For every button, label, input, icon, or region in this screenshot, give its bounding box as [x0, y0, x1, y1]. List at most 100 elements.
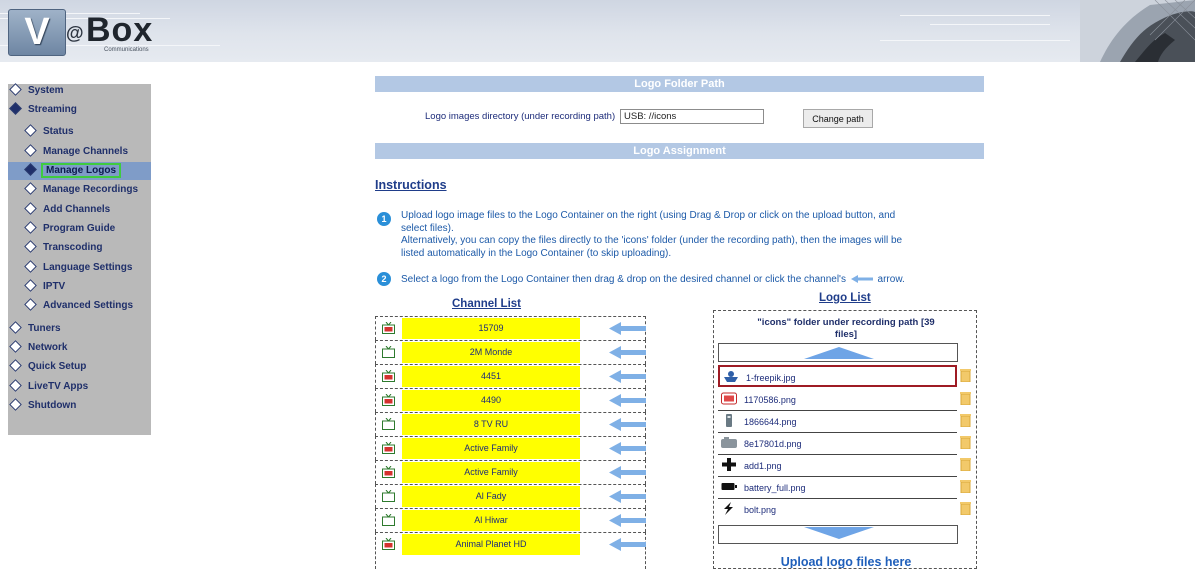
assign-arrow-icon[interactable] [609, 322, 646, 335]
channel-name: Active Family [402, 438, 580, 459]
channel-row[interactable]: Al Fady [375, 484, 646, 508]
logo-list-item[interactable]: 1170586.png [718, 389, 957, 411]
assign-arrow-icon[interactable] [609, 346, 646, 359]
assign-arrow-icon[interactable] [609, 514, 646, 527]
diamond-icon [9, 339, 22, 353]
channel-row[interactable]: 15709 [375, 316, 646, 340]
sidebar-item-label: Manage Recordings [43, 184, 139, 195]
header-banner: V @ Box Communications [0, 0, 1195, 62]
assign-arrow-icon[interactable] [609, 442, 646, 455]
sidebar-item-manage-channels[interactable]: Manage Channels [8, 143, 151, 161]
battery-logo-icon [721, 483, 737, 490]
brand-logo: V @ Box Communications [8, 9, 153, 56]
logo-folder-title: "icons" folder under recording path [39 … [714, 317, 976, 341]
sidebar-item-status[interactable]: Status [8, 123, 151, 141]
sidebar-item-label: Status [43, 126, 74, 137]
sidebar-item-add-channels[interactable]: Add Channels [8, 201, 151, 219]
logo-directory-label: Logo images directory (under recording p… [425, 111, 616, 122]
assign-arrow-icon[interactable] [609, 418, 646, 431]
sidebar-item-label: Quick Setup [28, 361, 87, 372]
delete-icon[interactable] [960, 501, 971, 515]
logo-list-item[interactable]: 8e17801d.png [718, 433, 957, 455]
delete-icon[interactable] [960, 457, 971, 471]
assign-arrow-icon[interactable] [609, 466, 646, 479]
upload-logo-button[interactable]: Upload logo files here [714, 555, 976, 568]
sidebar-item-label: Shutdown [28, 400, 77, 411]
sidebar-item-advanced-settings[interactable]: Advanced Settings [8, 297, 151, 315]
step-1-line-1: Upload logo image files to the Logo Cont… [401, 210, 896, 221]
change-path-button[interactable]: Change path [803, 109, 873, 128]
tv-green-icon [382, 514, 395, 526]
step-2-text-b: arrow. [877, 274, 905, 285]
sidebar-item-label: Streaming [28, 104, 77, 115]
delete-icon[interactable] [960, 413, 971, 427]
assign-arrow-icon[interactable] [609, 394, 646, 407]
sidebar-item-streaming[interactable]: Streaming [8, 101, 154, 119]
diamond-icon [24, 123, 37, 137]
sidebar-item-shutdown[interactable]: Shutdown [8, 397, 154, 415]
diamond-icon [24, 181, 37, 195]
step-1-line-4: listed automatically in the Logo Contain… [401, 247, 672, 259]
channel-row[interactable]: 8 TV RU [375, 412, 646, 436]
sidebar-item-quick-setup[interactable]: Quick Setup [8, 358, 154, 376]
sidebar-item-livetv-apps[interactable]: LiveTV Apps [8, 378, 154, 396]
bolt-logo-icon [724, 502, 733, 515]
sidebar-item-label: Language Settings [43, 262, 133, 273]
logo-directory-input[interactable] [620, 109, 764, 124]
diamond-filled-icon [24, 162, 37, 176]
channel-row[interactable]: Active Family [375, 436, 646, 460]
channel-name: 4451 [402, 366, 580, 387]
delete-icon[interactable] [960, 368, 971, 382]
tv-red-icon [382, 466, 395, 478]
tv-red-icon [382, 370, 395, 382]
logo-list-item[interactable]: add1.png [718, 455, 957, 477]
diamond-icon [24, 297, 37, 311]
header-decor-image [1080, 0, 1195, 62]
logo-file-name: 1170586.png [744, 395, 796, 405]
diamond-filled-icon [9, 101, 22, 115]
diamond-icon [24, 201, 37, 215]
sidebar-nav: System Streaming Status Manage Channels … [8, 82, 154, 435]
logo-list-item[interactable]: 1866644.png [718, 411, 957, 433]
sidebar-item-transcoding[interactable]: Transcoding [8, 239, 151, 257]
delete-icon[interactable] [960, 479, 971, 493]
logo-list-item[interactable]: 1-freepik.jpg [718, 365, 957, 387]
sidebar-item-iptv[interactable]: IPTV [8, 278, 151, 296]
sidebar-item-manage-recordings[interactable]: Manage Recordings [8, 181, 151, 199]
channel-list: 15709 2M Monde 4451 4490 8 TV RU Active … [375, 316, 646, 569]
brand-logo-at: @ [66, 23, 84, 43]
sidebar-item-tuners[interactable]: Tuners [8, 320, 154, 338]
assign-arrow-icon[interactable] [609, 370, 646, 383]
step-2-text-a: Select a logo from the Logo Container th… [401, 274, 846, 285]
channel-row[interactable]: 4451 [375, 364, 646, 388]
delete-icon[interactable] [960, 391, 971, 405]
sidebar-item-label: System [28, 85, 64, 96]
scroll-up-button[interactable] [718, 343, 958, 362]
assign-arrow-icon[interactable] [609, 490, 646, 503]
channel-row[interactable]: Animal Planet HD [375, 532, 646, 569]
brand-logo-v: V [8, 9, 66, 56]
channel-row[interactable]: 2M Monde [375, 340, 646, 364]
sidebar-item-network[interactable]: Network [8, 339, 154, 357]
sidebar-item-program-guide[interactable]: Program Guide [8, 220, 151, 238]
delete-icon[interactable] [960, 435, 971, 449]
tv-red-icon [382, 322, 395, 334]
scroll-down-button[interactable] [718, 525, 958, 544]
logo-file-name: 1866644.png [744, 417, 797, 427]
channel-row[interactable]: Active Family [375, 460, 646, 484]
camera-logo-icon [721, 437, 737, 448]
sidebar-item-language-settings[interactable]: Language Settings [8, 259, 151, 277]
channel-row[interactable]: Al Hiwar [375, 508, 646, 532]
sidebar-item-system[interactable]: System [8, 82, 154, 100]
logo-assignment-header: Logo Assignment [375, 143, 984, 159]
logo-list-item[interactable]: battery_full.png [718, 477, 957, 499]
logo-list-item[interactable]: bolt.png [718, 499, 957, 521]
diamond-icon [9, 320, 22, 334]
logo-container[interactable]: "icons" folder under recording path [39 … [713, 310, 977, 569]
sidebar-item-manage-logos[interactable]: Manage Logos [8, 162, 151, 180]
assign-arrow-icon[interactable] [609, 538, 646, 551]
step-2-icon: 2 [377, 272, 391, 286]
sidebar-item-label: LiveTV Apps [28, 381, 89, 392]
channel-row[interactable]: 4490 [375, 388, 646, 412]
tv-red-icon [382, 538, 395, 550]
